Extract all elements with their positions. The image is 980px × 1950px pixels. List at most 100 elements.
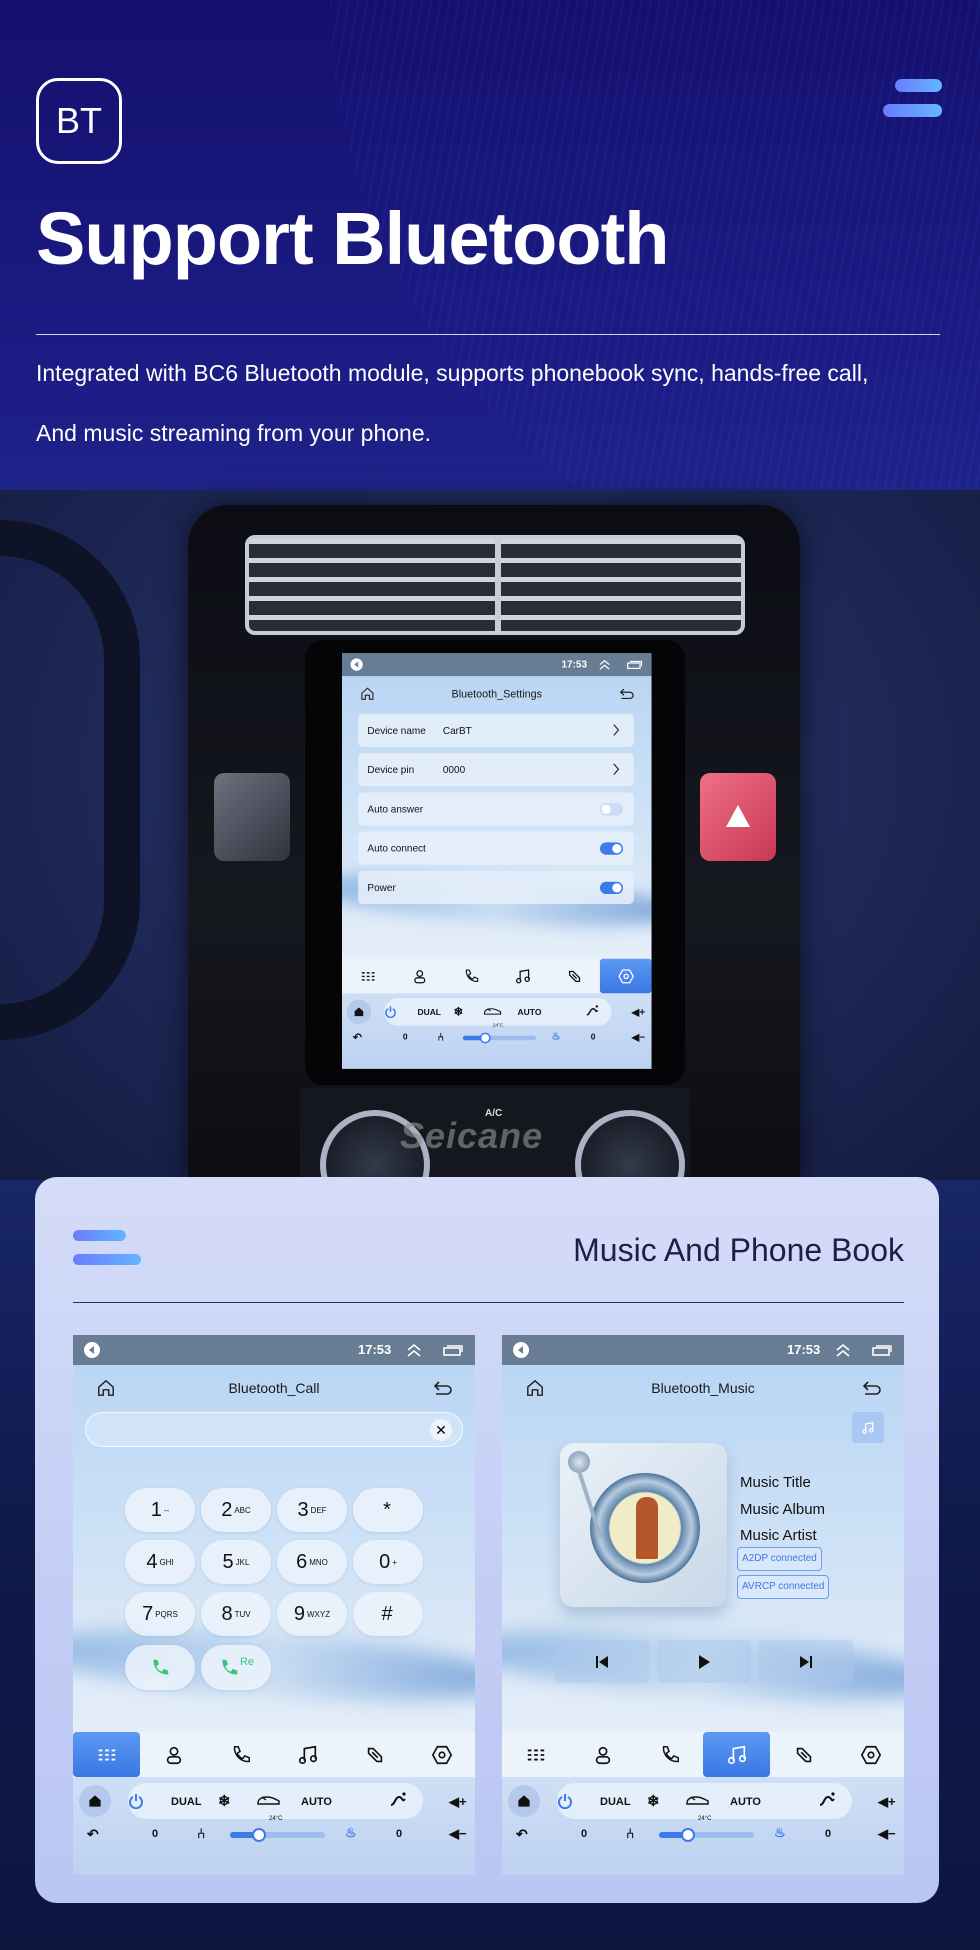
tab-phone[interactable] xyxy=(207,1732,274,1777)
airflow-icon[interactable] xyxy=(389,1791,407,1809)
tab-contacts[interactable] xyxy=(140,1732,207,1777)
fan-icon[interactable] xyxy=(680,1828,695,1842)
volume-down-icon[interactable]: ◀− xyxy=(632,1031,646,1043)
seat-icon[interactable]: ⑃ xyxy=(437,1030,443,1042)
back-circle-icon[interactable] xyxy=(350,658,364,672)
fan-speed-slider[interactable] xyxy=(462,1032,537,1044)
dual-button[interactable]: DUAL xyxy=(600,1796,631,1808)
home-icon[interactable] xyxy=(97,1379,115,1397)
seat-icon[interactable]: ⑃ xyxy=(197,1825,205,1841)
dial-key[interactable]: 7 PQRS xyxy=(125,1592,195,1636)
fan-speed-slider[interactable] xyxy=(230,1828,325,1842)
tab-contacts[interactable] xyxy=(394,959,446,994)
dial-key[interactable]: 9 WXYZ xyxy=(277,1592,347,1636)
chevrons-up-icon[interactable] xyxy=(406,1343,422,1357)
redial-button[interactable]: Re xyxy=(201,1645,271,1690)
tab-keypad[interactable] xyxy=(342,959,394,994)
recent-apps-icon[interactable] xyxy=(872,1344,892,1356)
airflow-icon[interactable] xyxy=(818,1791,836,1809)
fan-icon[interactable] xyxy=(251,1828,266,1842)
return-arrow-icon[interactable] xyxy=(862,1380,882,1396)
dial-key[interactable]: * xyxy=(353,1488,423,1532)
recirculation-car-icon[interactable] xyxy=(685,1794,711,1808)
back-circle-icon[interactable] xyxy=(512,1341,530,1359)
dial-key[interactable]: 5 JKL xyxy=(201,1540,271,1584)
home-icon[interactable] xyxy=(526,1379,544,1397)
tab-music-note[interactable] xyxy=(497,959,549,994)
previous-track-button[interactable] xyxy=(555,1640,649,1683)
volume-down-icon[interactable]: ◀− xyxy=(449,1826,467,1842)
home-icon[interactable] xyxy=(360,687,374,701)
volume-down-icon[interactable]: ◀− xyxy=(878,1826,896,1842)
tab-link[interactable] xyxy=(341,1732,408,1777)
back-circle-icon[interactable] xyxy=(83,1341,101,1359)
music-source-button[interactable] xyxy=(852,1412,884,1443)
tab-music-note[interactable] xyxy=(274,1732,341,1777)
tab-contacts[interactable] xyxy=(569,1732,636,1777)
power-toggle[interactable] xyxy=(599,881,624,895)
auto-answer-toggle[interactable] xyxy=(599,803,624,816)
dial-key[interactable]: 2 ABC xyxy=(201,1488,271,1532)
call-button[interactable] xyxy=(125,1645,195,1690)
device-name-row[interactable]: Device name CarBT xyxy=(358,713,634,747)
power-icon[interactable] xyxy=(128,1793,144,1809)
tab-keypad[interactable] xyxy=(502,1732,569,1777)
dual-button[interactable]: DUAL xyxy=(417,1008,441,1017)
volume-up-icon[interactable]: ◀+ xyxy=(449,1794,467,1810)
dial-key[interactable]: 3 DEF xyxy=(277,1488,347,1532)
power-icon[interactable] xyxy=(384,1006,396,1018)
dial-key[interactable]: 8 TUV xyxy=(201,1592,271,1636)
snowflake-icon[interactable]: ❄ xyxy=(454,1005,464,1019)
recirculation-car-icon[interactable] xyxy=(256,1794,282,1808)
device-pin-row[interactable]: Device pin 0000 xyxy=(358,753,634,787)
tab-phone[interactable] xyxy=(636,1732,703,1777)
tab-keypad[interactable] xyxy=(73,1732,140,1777)
fan-icon[interactable] xyxy=(479,1032,491,1044)
chevrons-up-icon[interactable] xyxy=(598,659,610,670)
clear-icon[interactable]: ✕ xyxy=(430,1419,452,1441)
play-button[interactable] xyxy=(657,1640,751,1683)
back-arrow-icon[interactable]: ↶ xyxy=(516,1826,528,1843)
tab-link[interactable] xyxy=(548,959,600,994)
return-arrow-icon[interactable] xyxy=(619,688,634,700)
auto-connect-toggle[interactable] xyxy=(599,842,624,855)
home-button[interactable] xyxy=(79,1785,111,1817)
dual-button[interactable]: DUAL xyxy=(171,1796,202,1808)
dial-key[interactable]: 4 GHI xyxy=(125,1540,195,1584)
tab-phone[interactable] xyxy=(445,959,497,994)
home-button[interactable] xyxy=(508,1785,540,1817)
dial-key[interactable]: 1 -- xyxy=(125,1488,195,1532)
fan-speed-slider[interactable] xyxy=(659,1828,754,1842)
back-arrow-icon[interactable]: ↶ xyxy=(353,1031,362,1044)
recent-apps-icon[interactable] xyxy=(443,1344,463,1356)
back-arrow-icon[interactable]: ↶ xyxy=(87,1826,99,1843)
recirculation-car-icon[interactable] xyxy=(483,1006,503,1017)
tab-settings-hexagon[interactable] xyxy=(837,1732,904,1777)
seat-heat-icon[interactable]: ♨ xyxy=(774,1825,786,1841)
auto-button[interactable]: AUTO xyxy=(301,1796,332,1808)
return-arrow-icon[interactable] xyxy=(433,1380,453,1396)
recent-apps-icon[interactable] xyxy=(627,660,643,670)
tab-settings-hexagon[interactable] xyxy=(599,958,652,994)
volume-up-icon[interactable]: ◀+ xyxy=(878,1794,896,1810)
auto-button[interactable]: AUTO xyxy=(518,1008,542,1017)
number-input[interactable]: ✕ xyxy=(85,1412,463,1447)
volume-up-icon[interactable]: ◀+ xyxy=(632,1006,646,1018)
dial-key[interactable]: 0 + xyxy=(353,1540,423,1584)
chevrons-up-icon[interactable] xyxy=(835,1343,851,1357)
power-icon[interactable] xyxy=(557,1793,573,1809)
dial-key[interactable]: 6 MNO xyxy=(277,1540,347,1584)
seat-heat-icon[interactable]: ♨ xyxy=(551,1030,560,1042)
seat-icon[interactable]: ⑃ xyxy=(626,1825,634,1841)
airflow-icon[interactable] xyxy=(585,1004,599,1018)
tab-settings-hexagon[interactable] xyxy=(408,1732,475,1777)
dial-key[interactable]: # xyxy=(353,1592,423,1636)
tab-link[interactable] xyxy=(770,1732,837,1777)
auto-button[interactable]: AUTO xyxy=(730,1796,761,1808)
home-button[interactable] xyxy=(346,999,372,1025)
snowflake-icon[interactable]: ❄ xyxy=(647,1792,660,1810)
next-track-button[interactable] xyxy=(759,1640,853,1683)
tab-music-note[interactable] xyxy=(703,1732,770,1777)
snowflake-icon[interactable]: ❄ xyxy=(218,1792,231,1810)
seat-heat-icon[interactable]: ♨ xyxy=(345,1825,357,1841)
